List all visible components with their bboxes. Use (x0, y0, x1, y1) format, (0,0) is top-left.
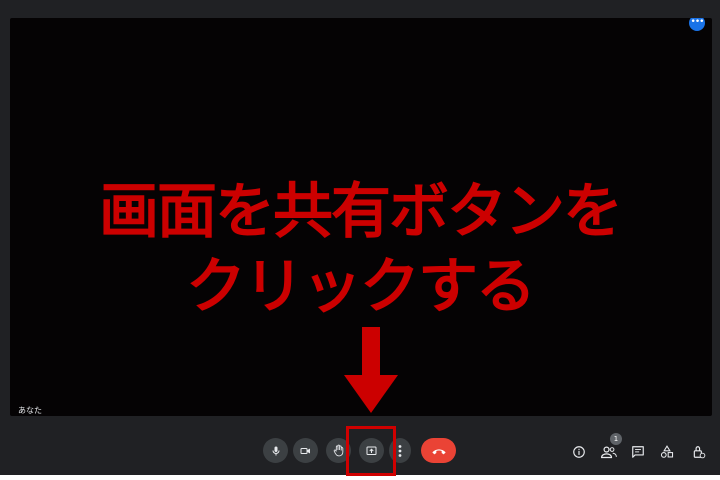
meeting-info-button[interactable] (568, 441, 590, 463)
chat-icon (632, 446, 644, 458)
meeting-window: ••• あなた 画面を共有ボタンを クリックする 1 (0, 0, 720, 475)
participant-name-label: あなた (18, 406, 42, 415)
activities-button[interactable] (656, 441, 678, 463)
camera-button[interactable] (293, 438, 318, 463)
participant-count-badge: 1 (610, 433, 622, 445)
present-button-highlight (346, 426, 396, 476)
host-controls-button[interactable] (688, 441, 710, 463)
host-controls-icon (693, 446, 706, 459)
down-arrow-icon (344, 327, 398, 413)
end-call-button[interactable] (421, 438, 456, 463)
instruction-text-line1: 画面を共有ボタンを (99, 177, 623, 247)
activities-icon (660, 445, 674, 458)
instruction-text-line2: クリックする (186, 252, 536, 322)
info-icon (573, 446, 585, 458)
chat-button[interactable] (627, 441, 649, 463)
microphone-button[interactable] (263, 438, 288, 463)
people-icon (601, 446, 617, 459)
end-call-icon (431, 448, 446, 454)
microphone-icon (272, 446, 279, 455)
raise-hand-icon (333, 444, 344, 457)
tile-more-options-button[interactable]: ••• (689, 18, 705, 31)
more-options-icon (398, 444, 402, 457)
camera-icon (300, 447, 310, 454)
